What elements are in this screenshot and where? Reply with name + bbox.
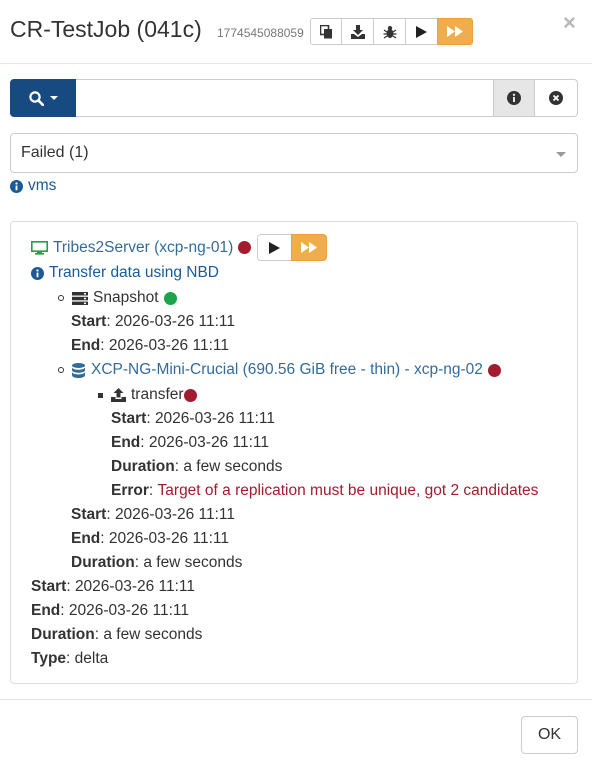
vm-entry: Tribes2Server (xcp-ng-01)	[31, 234, 328, 261]
clear-icon	[549, 91, 563, 105]
log-search-bar	[10, 79, 578, 117]
transfer-label: transfer	[131, 386, 184, 403]
job-toolbar	[310, 18, 473, 45]
vm-name-link[interactable]: Tribes2Server (xcp-ng-01)	[53, 239, 233, 257]
database-icon	[72, 362, 85, 378]
transfer-error: Error: Target of a replication must be u…	[111, 482, 539, 499]
modal-footer	[0, 699, 592, 768]
search-icon	[28, 90, 44, 106]
vm-end: End: 2026-03-26 11:11	[31, 602, 189, 619]
transfer-end: End: 2026-03-26 11:11	[111, 434, 269, 451]
info-icon	[10, 179, 23, 193]
snapshot-start: Start: 2026-03-26 11:11	[71, 313, 236, 330]
force-run-button[interactable]	[437, 18, 473, 45]
vm-duration: Duration: a few seconds	[31, 626, 203, 643]
upload-icon	[111, 388, 126, 402]
snapshot-status-success-icon	[163, 291, 177, 305]
copy-icon	[319, 24, 332, 38]
vms-link-label: vms	[28, 177, 57, 194]
play-icon	[416, 25, 427, 38]
caret-down-icon	[49, 96, 58, 100]
fast-forward-icon	[447, 26, 463, 37]
download-icon	[350, 24, 365, 39]
sr-name-link[interactable]: XCP-NG-Mini-Crucial (690.56 GiB free - t…	[91, 361, 483, 379]
search-filter-dropdown[interactable]	[10, 79, 76, 117]
sr-end: End: 2026-03-26 11:11	[71, 530, 229, 547]
server-icon	[72, 291, 88, 305]
transfer-task: transfer	[98, 385, 197, 405]
vm-run-button[interactable]	[257, 234, 293, 261]
search-input[interactable]	[76, 79, 493, 117]
close-icon[interactable]: ×	[563, 10, 576, 36]
modal-header: CR-TestJob (041c) 1774545088059 ×	[0, 0, 592, 64]
clear-search-button[interactable]	[535, 79, 578, 117]
debug-button[interactable]	[373, 18, 406, 45]
bullet-circle	[58, 295, 64, 301]
job-title: CR-TestJob (041c)	[10, 16, 202, 42]
job-id: 1774545088059	[217, 26, 304, 40]
chevron-down-icon	[556, 152, 566, 157]
copy-button[interactable]	[310, 18, 342, 45]
snapshot-end: End: 2026-03-26 11:11	[71, 337, 229, 354]
sr-status-failed-icon	[487, 363, 501, 377]
download-button[interactable]	[341, 18, 374, 45]
ok-button[interactable]: OK	[521, 716, 578, 754]
snapshot-label: Snapshot	[93, 289, 159, 306]
status-filter-select[interactable]: Failed (1)	[10, 133, 578, 173]
sr-task: XCP-NG-Mini-Crucial (690.56 GiB free - t…	[58, 360, 501, 380]
info-icon	[507, 91, 521, 105]
transfer-mode-label: Transfer data using NBD	[49, 264, 220, 281]
run-button[interactable]	[405, 18, 438, 45]
info-icon	[31, 266, 44, 280]
vm-type: Type: delta	[31, 650, 109, 667]
vms-link[interactable]: vms	[10, 177, 56, 195]
snapshot-task: Snapshot	[58, 288, 177, 308]
vm-force-run-button[interactable]	[291, 234, 328, 261]
desktop-icon	[31, 240, 48, 255]
transfer-status-failed-icon	[183, 388, 197, 402]
bullet-square	[98, 392, 103, 398]
sr-start: Start: 2026-03-26 11:11	[71, 506, 236, 523]
bullet-circle	[58, 367, 64, 373]
transfer-duration: Duration: a few seconds	[111, 458, 283, 475]
sr-duration: Duration: a few seconds	[71, 554, 243, 571]
transfer-mode-note: Transfer data using NBD	[31, 263, 219, 283]
vm-actions	[257, 234, 328, 261]
vm-status-failed-icon	[238, 241, 252, 254]
search-help-button[interactable]	[493, 79, 535, 117]
error-message: Target of a replication must be unique, …	[157, 482, 539, 499]
status-filter-value: Failed (1)	[21, 144, 89, 161]
fast-forward-icon	[301, 242, 318, 253]
transfer-start: Start: 2026-03-26 11:11	[111, 410, 276, 427]
bug-icon	[383, 25, 396, 39]
vm-start: Start: 2026-03-26 11:11	[31, 578, 196, 595]
play-icon	[269, 241, 281, 254]
